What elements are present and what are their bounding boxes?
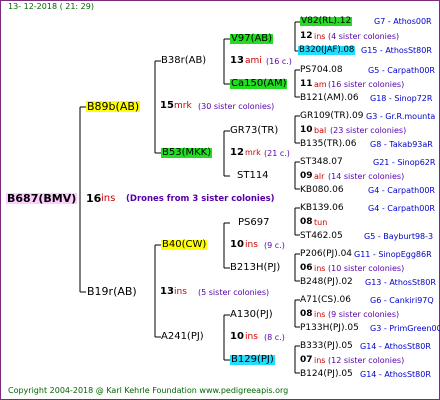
gen4-top-origin: G4 - Carpath00R xyxy=(368,204,435,213)
gen1-lower-queen[interactable]: B19r(AB) xyxy=(87,286,137,297)
gen4-note: (16 sister colonies) xyxy=(328,80,405,89)
gen4-count: 09 xyxy=(300,171,313,181)
gen4-note: (9 sister colonies) xyxy=(328,310,400,319)
root-note: (Drones from 3 sister colonies) xyxy=(126,194,275,204)
gen4-ins: tun xyxy=(314,218,328,227)
gen2-b-queen[interactable]: B53(MKK) xyxy=(161,148,213,158)
gen4-bottom-queen[interactable]: ST462.05 xyxy=(300,232,343,241)
gen4-note: (23 sister colonies) xyxy=(330,126,407,135)
gen2-a-ins: ami xyxy=(245,56,262,66)
gen2-a-queen[interactable]: B38r(AB) xyxy=(161,56,206,66)
gen4-ins: ins xyxy=(314,310,326,319)
gen4-top-queen[interactable]: PS704.08 xyxy=(300,66,343,75)
root-ins: ins xyxy=(101,193,116,204)
gen4-bottom-queen[interactable]: P133H(PJ).05 xyxy=(300,324,359,333)
gen3-d1-queen[interactable]: A130(PJ) xyxy=(230,310,273,320)
gen4-bottom-queen[interactable]: KB080.06 xyxy=(300,186,344,195)
gen3-a1-queen[interactable]: V97(AB) xyxy=(230,34,274,44)
gen4-note: (14 sister colonies) xyxy=(328,172,405,181)
gen2-d-queen[interactable]: A241(PJ) xyxy=(161,332,204,342)
gen4-bottom-origin: G15 - AthosSt80R xyxy=(361,46,432,55)
gen4-top-queen[interactable]: ST348.07 xyxy=(300,158,343,167)
gen2-c-count: 10 xyxy=(230,239,244,250)
gen4-ins: ins xyxy=(314,32,326,41)
gen1-lower-count: 13 xyxy=(160,286,174,297)
gen4-top-queen[interactable]: P206(PJ).04 xyxy=(300,250,352,259)
gen2-c-note: (9 c.) xyxy=(264,241,285,250)
gen4-top-origin: G7 - Athos00R xyxy=(374,17,432,26)
gen4-count: 08 xyxy=(300,217,313,227)
gen4-ins: ins xyxy=(314,264,326,273)
gen4-top-queen[interactable]: B333(PJ).05 xyxy=(300,342,353,351)
gen4-count: 11 xyxy=(300,79,313,89)
gen4-top-queen[interactable]: GR109(TR).09 xyxy=(300,112,364,121)
gen4-bottom-queen[interactable]: B248(PJ).02 xyxy=(300,278,353,287)
gen3-a2-queen[interactable]: Ca150(AM) xyxy=(230,79,288,89)
gen4-ins: am xyxy=(314,80,327,89)
gen4-ins: ins xyxy=(314,356,326,365)
gen4-top-origin: G5 - Carpath00R xyxy=(368,66,435,75)
gen1-upper-count: 15 xyxy=(160,100,174,111)
root-count: 16 xyxy=(86,192,102,205)
gen4-note: (4 sister colonies) xyxy=(328,32,400,41)
gen4-count: 12 xyxy=(300,31,313,41)
gen4-count: 07 xyxy=(300,355,313,365)
gen3-b2-queen[interactable]: ST114 xyxy=(237,171,269,181)
gen2-c-ins: ins xyxy=(245,240,258,250)
gen4-top-origin: G14 - AthosSt80R xyxy=(360,342,431,351)
gen4-bottom-origin: G13 - AthosSt80R xyxy=(365,278,436,287)
gen4-top-queen[interactable]: V82(RL).12 xyxy=(300,17,353,26)
gen4-ins: bal xyxy=(314,126,327,135)
gen4-count: 06 xyxy=(300,263,313,273)
gen2-d-ins: ins xyxy=(245,332,258,342)
gen4-bottom-queen[interactable]: B121(AM).06 xyxy=(300,94,359,103)
gen4-top-queen[interactable]: KB139.06 xyxy=(300,204,344,213)
gen4-ins: alr xyxy=(314,172,325,181)
gen3-d2-queen[interactable]: B129(PJ) xyxy=(230,355,275,365)
gen2-a-count: 13 xyxy=(230,55,244,66)
gen4-bottom-origin: G3 - PrimGreen00 xyxy=(370,324,440,333)
gen1-upper-note: (30 sister colonies) xyxy=(198,102,275,111)
gen2-a-note: (16 c.) xyxy=(266,57,292,66)
gen1-lower-ins: ins xyxy=(174,287,187,297)
timestamp: 13- 12-2018 ( 21: 29) xyxy=(8,2,94,11)
gen4-bottom-origin: G14 - AthosSt80R xyxy=(360,370,431,379)
gen2-d-note: (8 c.) xyxy=(264,333,285,342)
gen2-d-count: 10 xyxy=(230,331,244,342)
gen1-lower-note: (5 sister colonies) xyxy=(198,288,270,297)
gen3-b1-queen[interactable]: GR73(TR) xyxy=(230,126,278,136)
gen4-bottom-queen[interactable]: B124(PJ).05 xyxy=(300,370,353,379)
gen2-b-note: (21 c.) xyxy=(264,149,290,158)
gen4-note: (10 sister colonies) xyxy=(328,264,405,273)
gen4-top-origin: G21 - Sinop62R xyxy=(373,158,436,167)
gen3-c2-queen[interactable]: B213H(PJ) xyxy=(230,263,280,273)
gen4-note: (12 sister colonies) xyxy=(328,356,405,365)
gen4-top-origin: G6 - Cankiri97Q xyxy=(370,296,434,305)
gen4-bottom-queen[interactable]: B320(JAF).08 xyxy=(298,46,356,55)
gen4-count: 10 xyxy=(300,125,313,135)
gen4-bottom-origin: G18 - Sinop72R xyxy=(370,94,433,103)
gen4-bottom-origin: G4 - Carpath00R xyxy=(368,186,435,195)
gen4-count: 08 xyxy=(300,309,313,319)
gen1-upper-queen[interactable]: B89b(AB) xyxy=(86,101,141,112)
copyright-footer: Copyright 2004-2018 @ Karl Kehrle Founda… xyxy=(8,386,289,395)
gen2-c-queen[interactable]: B40(CW) xyxy=(161,240,208,250)
gen4-top-origin: G11 - SinopEgg86R xyxy=(354,250,432,259)
gen3-c1-queen[interactable]: PS697 xyxy=(238,218,269,228)
gen2-b-ins: mrk xyxy=(245,148,261,157)
gen1-upper-ins: mrk xyxy=(174,101,192,111)
gen4-bottom-queen[interactable]: B135(TR).06 xyxy=(300,140,356,149)
gen2-b-count: 12 xyxy=(230,147,244,158)
root-queen[interactable]: B687(BMV) xyxy=(6,193,78,204)
gen4-top-queen[interactable]: A71(CS).06 xyxy=(300,296,351,305)
gen4-bottom-origin: G8 - Takab93aR xyxy=(370,140,433,149)
gen4-top-origin: G3 - Gr.R.mounta xyxy=(366,112,436,121)
gen4-bottom-origin: G5 - Bayburt98-3 xyxy=(364,232,434,241)
